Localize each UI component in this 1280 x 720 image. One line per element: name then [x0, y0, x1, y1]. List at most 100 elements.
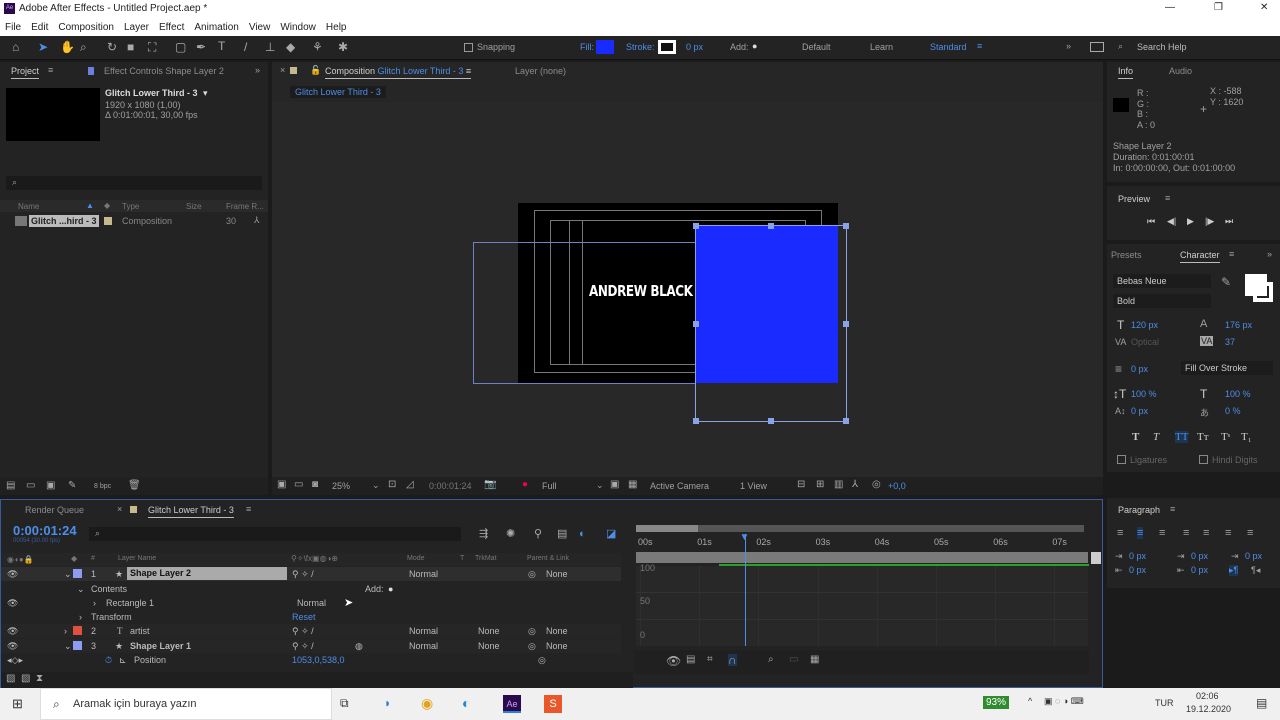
justify-left-icon[interactable]: ≡	[1183, 527, 1189, 539]
frame-blending-icon[interactable]: ▤	[557, 529, 567, 540]
project-settings-icon[interactable]: ✎	[68, 481, 76, 491]
leading-value[interactable]: 176 px	[1225, 320, 1252, 330]
layer-name[interactable]: artist	[130, 626, 150, 636]
clock-date[interactable]: 19.12.2020	[1186, 704, 1231, 714]
layer-duration-bar[interactable]	[636, 552, 1088, 563]
layer-switches-toggle-icon[interactable]: ▧	[6, 674, 15, 684]
menu-edit[interactable]: Edit	[31, 22, 48, 33]
property-row-position[interactable]: ◂◇▸ ⏱ ⊾ Position 1053,0,538,0 ◎	[1, 653, 621, 667]
menu-animation[interactable]: Animation	[194, 22, 238, 33]
fast-previews-icon[interactable]: ▣	[610, 480, 619, 490]
column-name[interactable]: Name	[18, 202, 39, 211]
snapping-checkbox[interactable]	[464, 43, 473, 52]
column-trkmat[interactable]: TrkMat	[475, 555, 497, 562]
roto-brush-tool-icon[interactable]: ⚘	[312, 41, 323, 53]
flowchart-icon[interactable]: ⅄	[254, 215, 260, 226]
fill-swatch[interactable]	[596, 40, 614, 54]
space-before-value[interactable]: 0 px	[1191, 551, 1208, 561]
render-time-icon[interactable]: ⧗	[36, 674, 43, 684]
transform-handle[interactable]	[693, 418, 699, 424]
ltr-direction-icon[interactable]: ▸¶	[1229, 565, 1239, 576]
camera-tool-icon[interactable]: ■	[127, 41, 134, 53]
kerning-value[interactable]: Optical	[1131, 337, 1159, 347]
visibility-eye-icon[interactable]: 👁	[7, 598, 18, 609]
transform-handle[interactable]	[768, 418, 774, 424]
selection-tool-icon[interactable]: ➤	[38, 41, 48, 53]
font-family-dropdown[interactable]: Bebas Neue	[1113, 274, 1211, 288]
motion-blur-switch-icon[interactable]: ◍	[355, 641, 363, 652]
expand-chevron-icon[interactable]: ›	[93, 598, 96, 608]
work-area-bar[interactable]	[636, 525, 1084, 532]
parent-dropdown[interactable]: None	[546, 569, 568, 579]
transform-handle[interactable]	[843, 321, 849, 327]
space-after-value[interactable]: 0 px	[1191, 565, 1208, 575]
panel-menu-icon[interactable]: ≡	[1165, 193, 1170, 203]
menu-file[interactable]: File	[5, 22, 21, 33]
transform-handle[interactable]	[768, 223, 774, 229]
stroke-width-value[interactable]: 0 px	[1131, 364, 1148, 374]
layer-row[interactable]: 👁 ⌄ 1 ★ Shape Layer 2 ⚲ ✧ / Normal ◎ Non…	[1, 567, 621, 581]
mask-visibility-icon[interactable]: ◙	[312, 480, 318, 490]
taskbar-search-box[interactable]: ⌕ Aramak için buraya yazın	[40, 688, 332, 720]
playhead[interactable]: ▼	[740, 532, 749, 646]
workspace-learn[interactable]: Learn	[870, 42, 893, 52]
maximize-button[interactable]: ❐	[1214, 2, 1223, 13]
align-right-icon[interactable]: ≡	[1159, 527, 1165, 539]
label-color-chip[interactable]	[104, 217, 112, 225]
time-navigator[interactable]	[636, 525, 698, 532]
more-tabs-icon[interactable]: »	[255, 65, 260, 75]
color-channels-icon[interactable]: ●	[522, 480, 528, 490]
pan-behind-tool-icon[interactable]: ⛶	[148, 41, 156, 53]
workspace-standard[interactable]: Standard	[930, 42, 967, 52]
layer-switches[interactable]: ⚲ ✧ /	[292, 641, 314, 652]
faux-italic-icon[interactable]: T	[1153, 431, 1159, 443]
expand-chevron-icon[interactable]: ›	[64, 626, 67, 636]
region-of-interest-icon[interactable]: ⊡	[388, 480, 396, 490]
bit-depth[interactable]: 8 bpc	[94, 483, 111, 490]
shy-layers-icon[interactable]: ⚲	[534, 529, 542, 540]
parent-pickwhip-icon[interactable]: ◎	[528, 626, 536, 637]
sublime-taskbar-icon[interactable]: S	[544, 695, 562, 713]
reference-graph-icon[interactable]: ▦	[810, 655, 819, 665]
panel-menu-icon[interactable]: ≡	[1229, 249, 1234, 259]
tab-timeline-comp[interactable]: Glitch Lower Third - 3	[148, 505, 234, 518]
zoom-tool-icon[interactable]: ⌕	[80, 41, 87, 53]
visibility-eye-icon[interactable]: 👁	[7, 641, 18, 652]
align-center-icon[interactable]: ≡	[1137, 527, 1144, 539]
ligatures-checkbox[interactable]	[1117, 455, 1126, 464]
after-effects-taskbar-icon[interactable]: Ae	[503, 695, 521, 713]
parent-pickwhip-icon[interactable]: ◎	[528, 569, 536, 580]
parent-dropdown[interactable]: None	[546, 626, 568, 636]
stopwatch-icon[interactable]: ⏱	[105, 655, 112, 666]
transform-handle[interactable]	[843, 418, 849, 424]
clone-stamp-tool-icon[interactable]: ⊥	[265, 41, 275, 53]
previous-frame-icon[interactable]: ◀|	[1167, 216, 1176, 227]
last-frame-icon[interactable]: ⏭	[1225, 216, 1233, 227]
first-frame-icon[interactable]: ⏮	[1147, 216, 1155, 227]
expand-chevron-icon[interactable]: ⌄	[64, 569, 72, 580]
graph-editor-icon[interactable]: ◪	[606, 529, 616, 540]
column-size[interactable]: Size	[186, 202, 202, 211]
first-line-indent-value[interactable]: 0 px	[1245, 551, 1262, 561]
graph-icon[interactable]: ⊾	[119, 655, 127, 666]
superscript-icon[interactable]: Tˢ	[1221, 431, 1230, 443]
notifications-icon[interactable]: ▤	[1256, 696, 1267, 710]
tray-chevron-icon[interactable]: ^	[1028, 696, 1032, 706]
hindi-digits-checkbox[interactable]	[1199, 455, 1208, 464]
exposure-value[interactable]: +0,0	[888, 481, 906, 491]
draft-3d-icon[interactable]: ✺	[506, 529, 515, 540]
tray-icons[interactable]: ▣ ◌ ◑ ⌨	[1044, 696, 1084, 707]
panel-menu-icon[interactable]: ≡	[246, 504, 251, 514]
new-comp-icon[interactable]: ▣	[46, 481, 55, 491]
close-tab-icon[interactable]: ×	[280, 65, 285, 75]
monitor-icon[interactable]: ▭	[294, 480, 303, 490]
font-size-value[interactable]: 120 px	[1131, 320, 1158, 330]
menu-help[interactable]: Help	[326, 22, 347, 33]
layer-row[interactable]: 👁 › 2 T artist ⚲ ✧ / Normal None ◎ None	[1, 624, 621, 638]
expand-chevron-icon[interactable]: ⌄	[77, 584, 85, 595]
property-row-contents[interactable]: ⌄ Contents Add: ●	[1, 582, 621, 596]
label-color-chip[interactable]	[73, 569, 82, 578]
eraser-tool-icon[interactable]: ◆	[286, 41, 295, 53]
transform-handle[interactable]	[693, 321, 699, 327]
project-item-name[interactable]: Glitch ...hird - 3	[29, 215, 99, 227]
